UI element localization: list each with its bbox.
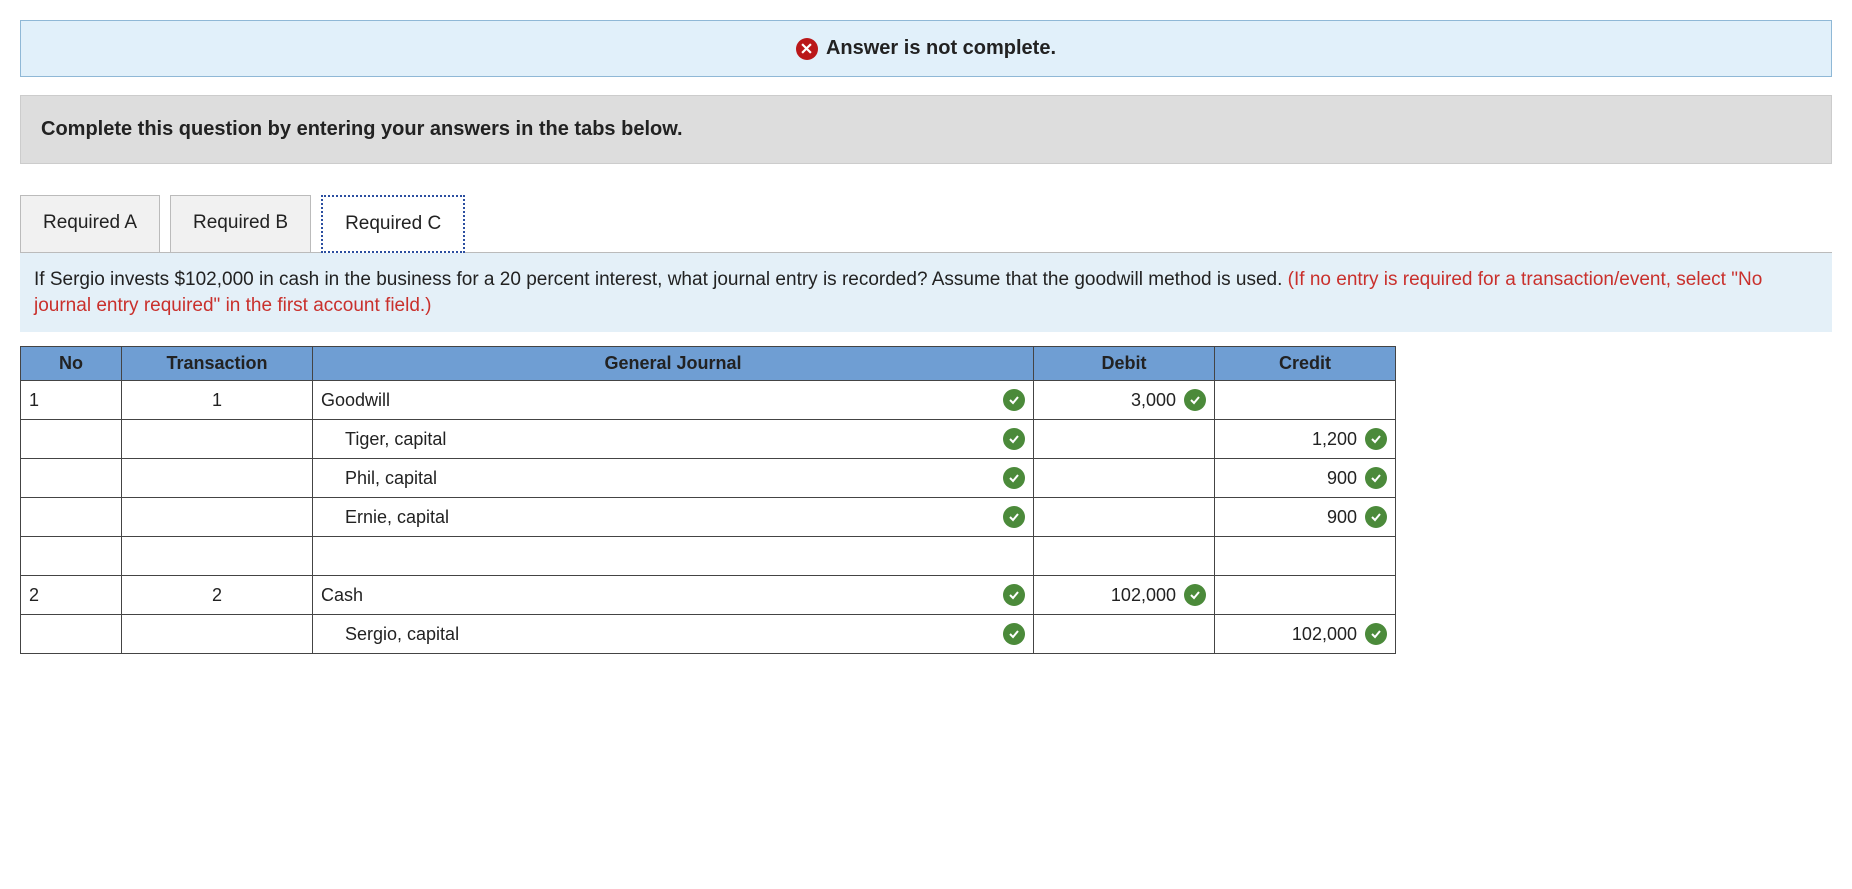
header-credit: Credit <box>1215 347 1396 381</box>
cell-credit[interactable] <box>1215 576 1396 615</box>
account-label: Tiger, capital <box>321 429 446 450</box>
cell-no <box>21 537 122 576</box>
cell-transaction: 2 <box>122 576 313 615</box>
instruction-bar: Complete this question by entering your … <box>20 95 1832 164</box>
cell-no <box>21 498 122 537</box>
debit-value: 102,000 <box>1111 585 1176 606</box>
question-body: If Sergio invests $102,000 in cash in th… <box>34 269 1288 290</box>
table-row: Phil, capital 900 <box>21 459 1396 498</box>
cell-transaction: 1 <box>122 381 313 420</box>
credit-value: 1,200 <box>1312 429 1357 450</box>
account-label: Sergio, capital <box>321 624 459 645</box>
check-icon <box>1184 389 1206 411</box>
status-text: Answer is not complete. <box>826 37 1056 60</box>
cell-no <box>21 420 122 459</box>
cell-credit[interactable]: 900 <box>1215 498 1396 537</box>
credit-value: 900 <box>1327 468 1357 489</box>
cell-credit[interactable] <box>1215 381 1396 420</box>
cell-no: 2 <box>21 576 122 615</box>
instruction-text: Complete this question by entering your … <box>41 118 683 140</box>
cell-account[interactable]: Goodwill <box>313 381 1034 420</box>
table-row: 11 Goodwill 3,000 <box>21 381 1396 420</box>
check-icon <box>1184 584 1206 606</box>
tab-required-c[interactable]: Required C <box>321 195 465 253</box>
check-icon <box>1003 389 1025 411</box>
header-transaction: Transaction <box>122 347 313 381</box>
cell-debit[interactable] <box>1034 420 1215 459</box>
question-panel: If Sergio invests $102,000 in cash in th… <box>20 252 1832 332</box>
cell-credit[interactable]: 1,200 <box>1215 420 1396 459</box>
check-icon <box>1365 428 1387 450</box>
cell-debit[interactable] <box>1034 498 1215 537</box>
table-row: 22 Cash 102,000 <box>21 576 1396 615</box>
cell-debit[interactable] <box>1034 615 1215 654</box>
error-icon <box>796 38 818 60</box>
cell-debit[interactable]: 3,000 <box>1034 381 1215 420</box>
debit-value: 3,000 <box>1131 390 1176 411</box>
check-icon <box>1003 506 1025 528</box>
cell-credit[interactable]: 102,000 <box>1215 615 1396 654</box>
header-no: No <box>21 347 122 381</box>
credit-value: 102,000 <box>1292 624 1357 645</box>
tab-required-a[interactable]: Required A <box>20 195 160 253</box>
table-row <box>21 537 1396 576</box>
cell-transaction <box>122 537 313 576</box>
cell-no <box>21 459 122 498</box>
check-icon <box>1003 584 1025 606</box>
cell-transaction <box>122 615 313 654</box>
header-journal: General Journal <box>313 347 1034 381</box>
cell-account[interactable]: Cash <box>313 576 1034 615</box>
cell-credit[interactable]: 900 <box>1215 459 1396 498</box>
credit-value: 900 <box>1327 507 1357 528</box>
check-icon <box>1003 467 1025 489</box>
cell-transaction <box>122 459 313 498</box>
tab-required-b[interactable]: Required B <box>170 195 311 253</box>
account-label: Phil, capital <box>321 468 437 489</box>
cell-account[interactable]: Ernie, capital <box>313 498 1034 537</box>
tab-strip: Required A Required B Required C <box>20 194 1832 252</box>
cell-transaction <box>122 498 313 537</box>
cell-no: 1 <box>21 381 122 420</box>
check-icon <box>1003 623 1025 645</box>
cell-debit[interactable] <box>1034 459 1215 498</box>
cell-debit[interactable]: 102,000 <box>1034 576 1215 615</box>
table-row: Sergio, capital 102,000 <box>21 615 1396 654</box>
cell-debit[interactable] <box>1034 537 1215 576</box>
status-bar: Answer is not complete. <box>20 20 1832 77</box>
cell-account[interactable]: Sergio, capital <box>313 615 1034 654</box>
cell-transaction <box>122 420 313 459</box>
check-icon <box>1003 428 1025 450</box>
account-label: Ernie, capital <box>321 507 449 528</box>
account-label: Cash <box>321 585 363 606</box>
journal-table: No Transaction General Journal Debit Cre… <box>20 346 1396 654</box>
table-row: Tiger, capital 1,200 <box>21 420 1396 459</box>
cell-credit[interactable] <box>1215 537 1396 576</box>
header-debit: Debit <box>1034 347 1215 381</box>
table-row: Ernie, capital 900 <box>21 498 1396 537</box>
check-icon <box>1365 623 1387 645</box>
cell-no <box>21 615 122 654</box>
check-icon <box>1365 506 1387 528</box>
check-icon <box>1365 467 1387 489</box>
cell-account[interactable] <box>313 537 1034 576</box>
cell-account[interactable]: Tiger, capital <box>313 420 1034 459</box>
cell-account[interactable]: Phil, capital <box>313 459 1034 498</box>
account-label: Goodwill <box>321 390 390 411</box>
